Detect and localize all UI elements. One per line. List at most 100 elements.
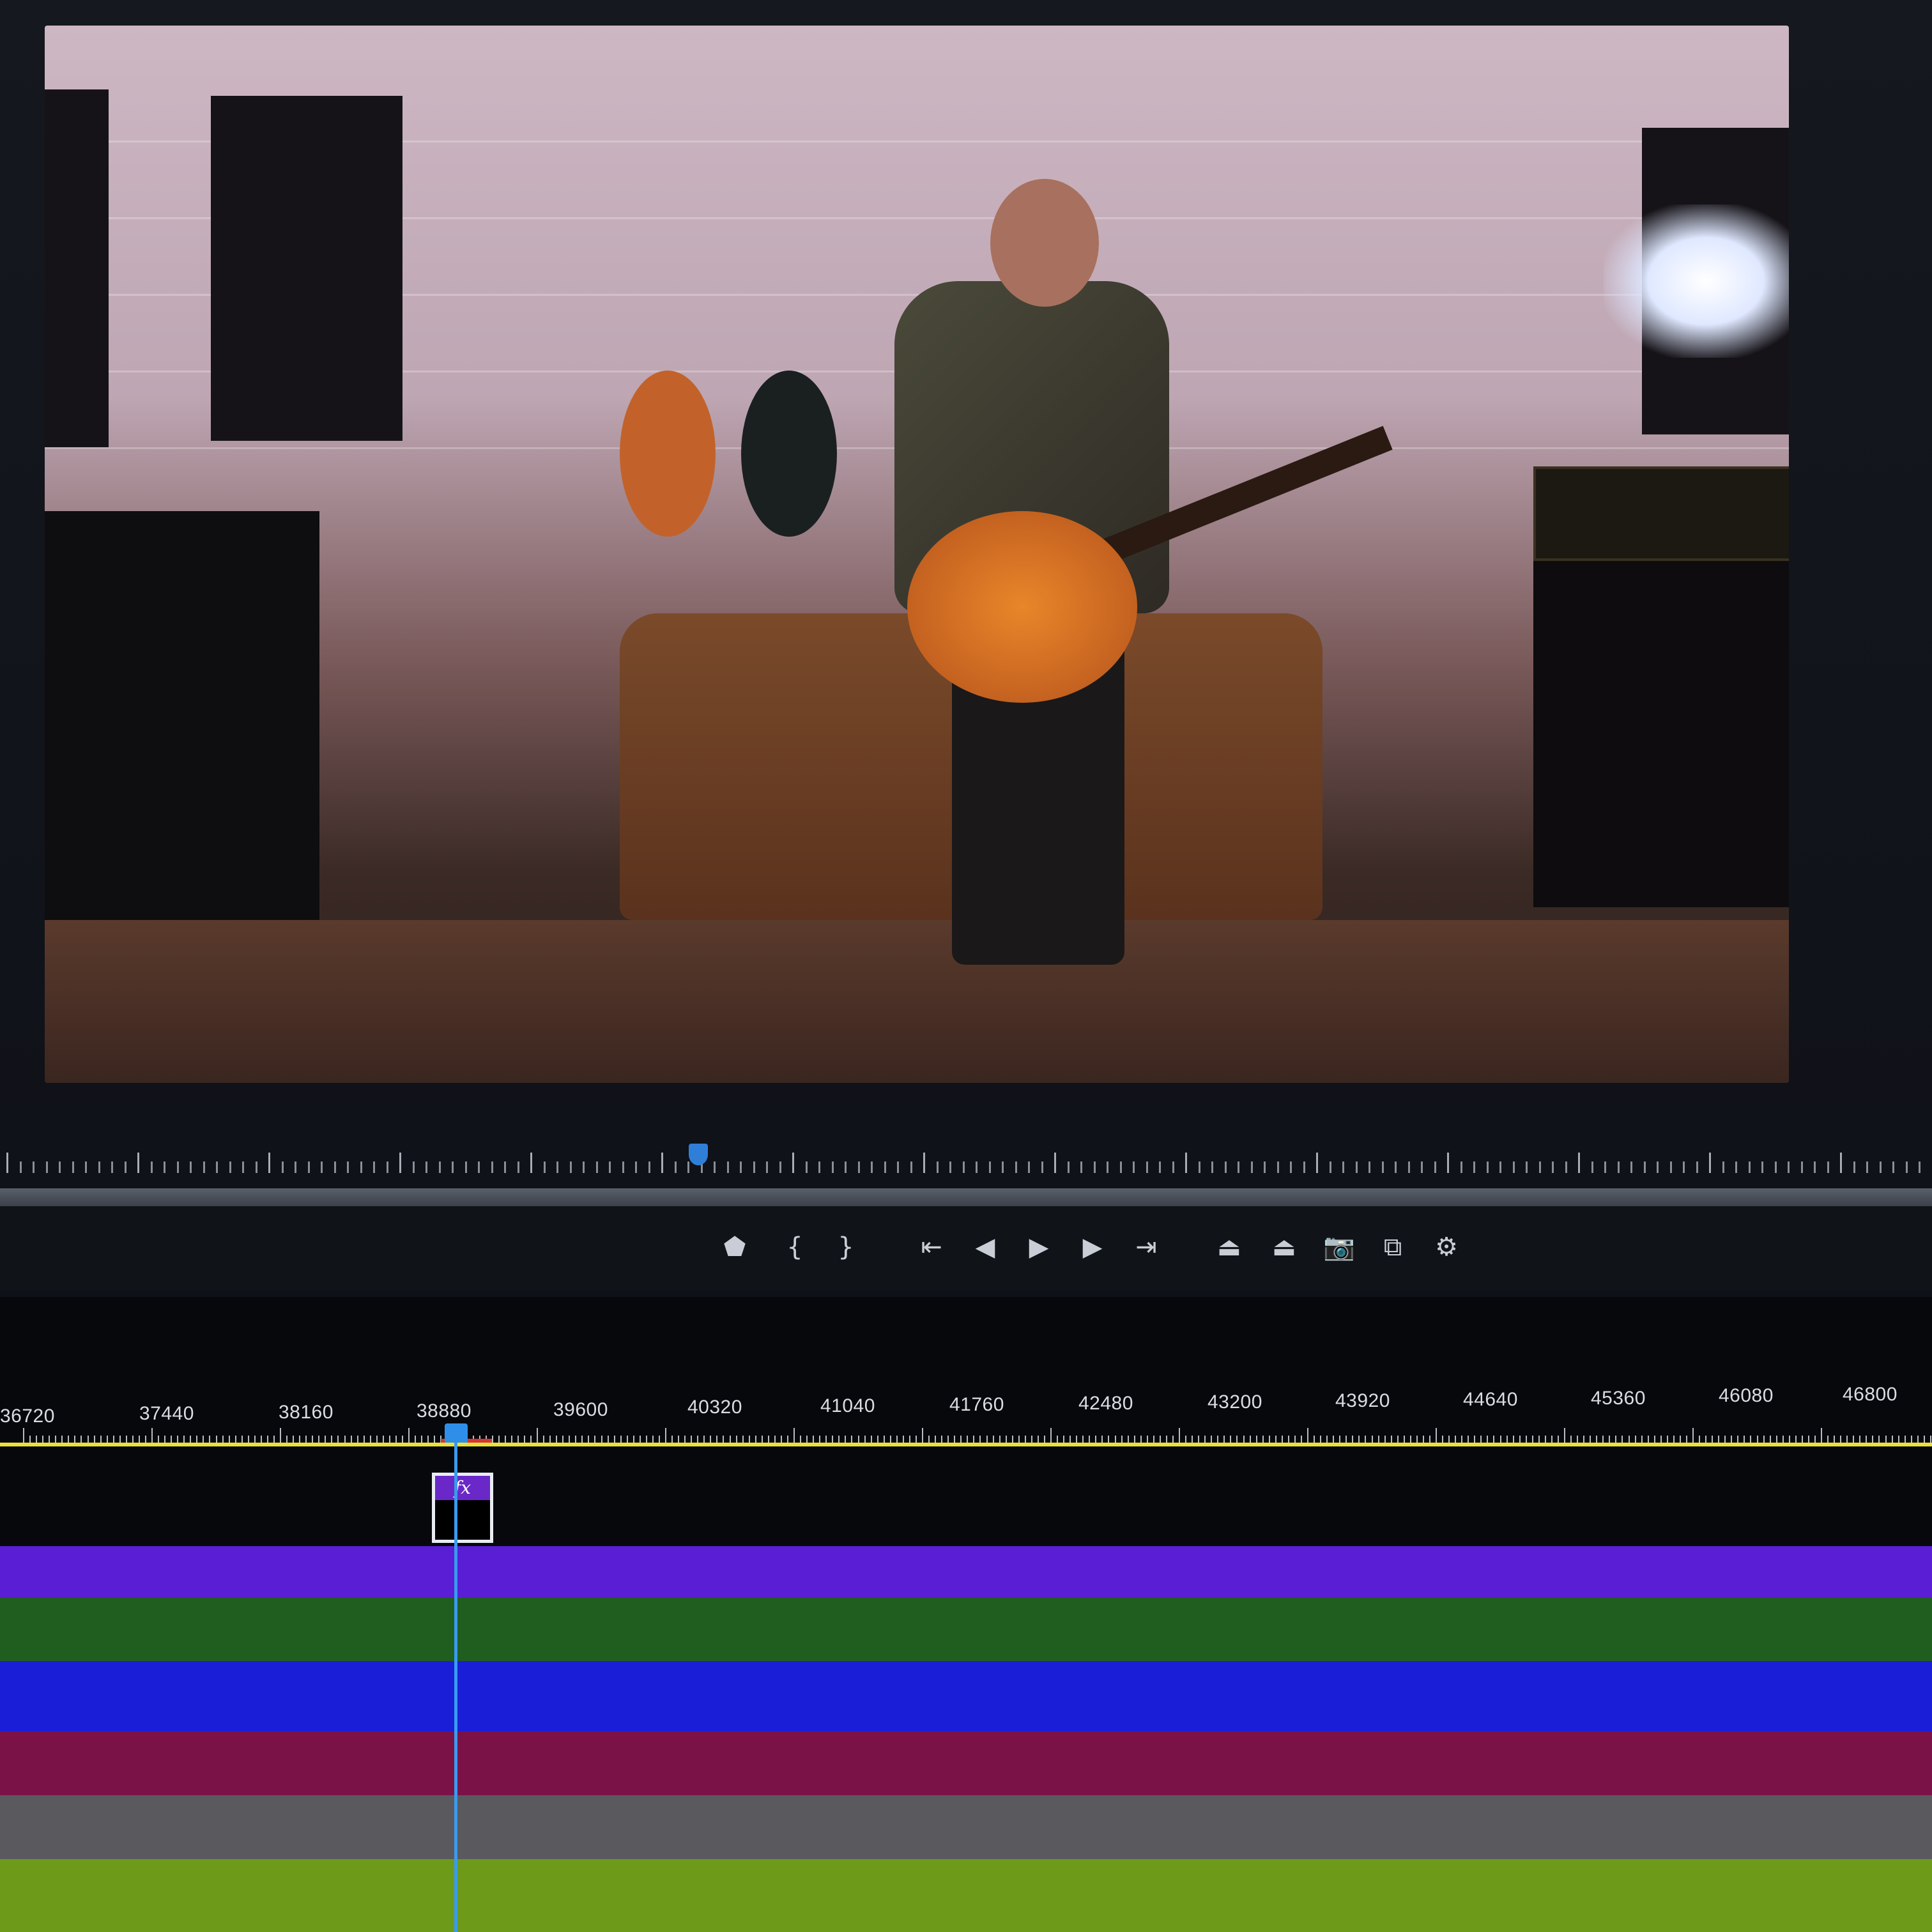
overlay-icon[interactable]: ⧉ xyxy=(1372,1227,1413,1268)
program-scroll-bar[interactable] xyxy=(0,1188,1932,1206)
scrub-tick xyxy=(425,1162,427,1173)
scrub-tick xyxy=(661,1153,663,1173)
scrub-tick xyxy=(1591,1162,1593,1173)
program-playhead[interactable] xyxy=(689,1144,708,1165)
scrub-tick xyxy=(1159,1162,1161,1173)
lime-track[interactable] xyxy=(0,1859,1932,1932)
scrub-tick xyxy=(124,1162,126,1173)
scrub-tick xyxy=(714,1162,716,1173)
scrub-tick xyxy=(1840,1153,1842,1173)
scrub-tick xyxy=(1866,1162,1868,1173)
work-area-bar[interactable] xyxy=(0,1443,1932,1446)
scrub-tick xyxy=(412,1162,415,1173)
scrub-tick xyxy=(805,1162,808,1173)
scrub-tick xyxy=(687,1162,689,1173)
program-monitor-video[interactable] xyxy=(45,26,1789,1083)
ruler-label: 46800 xyxy=(1843,1384,1897,1405)
scrub-tick xyxy=(1788,1162,1790,1173)
export-frame-icon[interactable]: 📷 xyxy=(1319,1227,1360,1268)
floor-rug xyxy=(45,920,1789,1083)
scrub-tick xyxy=(779,1162,781,1173)
scrub-tick xyxy=(176,1162,179,1173)
scrub-tick xyxy=(307,1162,310,1173)
scrub-tick xyxy=(1512,1162,1515,1173)
gray-track[interactable] xyxy=(0,1795,1932,1859)
scrub-tick xyxy=(897,1162,899,1173)
green-track[interactable] xyxy=(0,1597,1932,1661)
scrub-tick xyxy=(98,1162,100,1173)
scrub-tick xyxy=(1919,1162,1920,1173)
ruler-label: 45360 xyxy=(1591,1388,1646,1409)
scrub-tick xyxy=(1696,1162,1698,1173)
scrub-tick xyxy=(281,1162,284,1173)
fx-clip[interactable]: fx xyxy=(432,1473,493,1543)
scrub-tick xyxy=(1486,1162,1489,1173)
scrub-tick xyxy=(1905,1162,1908,1173)
scrub-tick xyxy=(583,1162,585,1173)
scrub-tick xyxy=(1683,1162,1685,1173)
play-icon[interactable]: ▶ xyxy=(1018,1227,1059,1268)
go-to-in-icon[interactable]: ⇤ xyxy=(911,1227,952,1268)
studio-light xyxy=(1604,204,1789,358)
scrub-tick xyxy=(1709,1153,1711,1173)
scrub-tick xyxy=(1669,1162,1672,1173)
go-to-out-icon[interactable]: ⇥ xyxy=(1126,1227,1167,1268)
mark-out-icon[interactable]: } xyxy=(825,1227,866,1268)
scrub-tick xyxy=(321,1162,323,1173)
scrub-tick xyxy=(1538,1162,1541,1173)
scrub-tick xyxy=(491,1162,493,1173)
blue-track[interactable] xyxy=(0,1661,1932,1731)
scrub-tick xyxy=(229,1162,231,1173)
scrub-tick xyxy=(1827,1162,1829,1173)
scrub-tick xyxy=(949,1162,951,1173)
scrub-tick xyxy=(1041,1162,1043,1173)
extract-icon[interactable]: ⏏ xyxy=(1264,1227,1305,1268)
scrub-tick xyxy=(936,1162,939,1173)
scrub-tick xyxy=(517,1162,519,1173)
scrub-tick xyxy=(976,1162,977,1173)
scrub-tick xyxy=(386,1162,388,1173)
scrub-tick xyxy=(962,1162,965,1173)
scrub-tick xyxy=(1080,1162,1082,1173)
mark-in-icon[interactable]: { xyxy=(774,1227,815,1268)
scrub-tick xyxy=(72,1162,74,1173)
step-forward-icon[interactable]: ▶ xyxy=(1072,1227,1113,1268)
step-back-icon[interactable]: ◀ xyxy=(965,1227,1006,1268)
timeline-playhead[interactable] xyxy=(445,1423,468,1443)
scrub-tick xyxy=(347,1162,349,1173)
scrub-tick xyxy=(1526,1162,1528,1173)
program-scrub-ruler[interactable] xyxy=(0,1144,1932,1182)
scrub-tick xyxy=(831,1162,834,1173)
scrub-tick xyxy=(1119,1162,1122,1173)
scrub-tick xyxy=(1395,1162,1397,1173)
scrub-tick xyxy=(569,1162,572,1173)
scrub-tick xyxy=(818,1162,820,1173)
scrub-tick xyxy=(1303,1162,1305,1173)
settings-icon[interactable]: ⚙ xyxy=(1426,1227,1467,1268)
scrub-tick xyxy=(1879,1162,1882,1173)
scrub-tick xyxy=(1434,1162,1436,1173)
scrub-tick xyxy=(478,1162,480,1173)
ruler-label: 38160 xyxy=(279,1402,334,1423)
scrub-tick xyxy=(530,1153,532,1173)
scrub-tick xyxy=(295,1162,296,1173)
timeline-playhead-line[interactable] xyxy=(454,1441,457,1932)
lift-icon[interactable]: ⏏ xyxy=(1209,1227,1250,1268)
scrub-tick xyxy=(504,1162,506,1173)
scrub-tick xyxy=(1460,1162,1462,1173)
scrub-tick xyxy=(1264,1162,1266,1173)
scrub-tick xyxy=(452,1162,454,1173)
purple-track[interactable] xyxy=(0,1546,1932,1597)
magenta-track[interactable] xyxy=(0,1731,1932,1795)
scrub-tick xyxy=(1015,1162,1017,1173)
acoustic-panel xyxy=(211,96,402,441)
scrub-tick xyxy=(609,1162,611,1173)
scrub-tick xyxy=(1761,1162,1763,1173)
timeline-ruler[interactable] xyxy=(0,1422,1932,1445)
scrub-tick xyxy=(1198,1162,1200,1173)
scrub-tick xyxy=(164,1162,165,1173)
scrub-tick xyxy=(1814,1162,1816,1173)
scrub-tick xyxy=(726,1162,729,1173)
scrub-tick xyxy=(45,1162,48,1173)
add-marker-icon[interactable]: ⬟ xyxy=(714,1227,755,1268)
